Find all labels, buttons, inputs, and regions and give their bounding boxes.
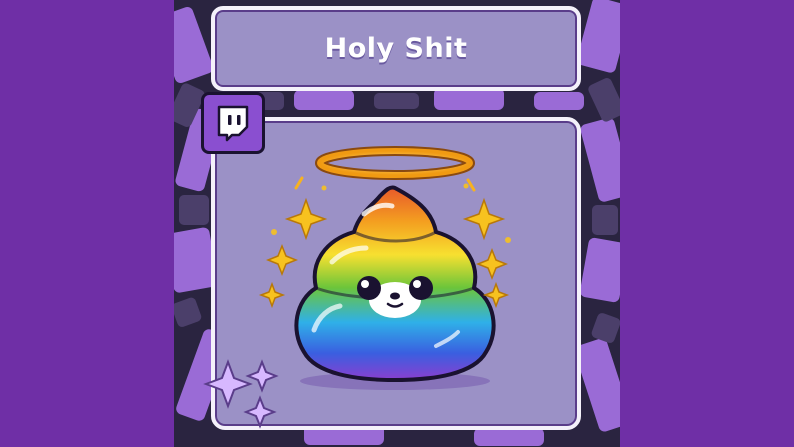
title-card: Holy Shit bbox=[211, 6, 581, 91]
emote-card bbox=[211, 117, 581, 430]
twitch-logo-icon bbox=[201, 92, 265, 154]
twitch-glyph bbox=[217, 105, 249, 142]
emote-title: Holy Shit bbox=[324, 33, 468, 64]
